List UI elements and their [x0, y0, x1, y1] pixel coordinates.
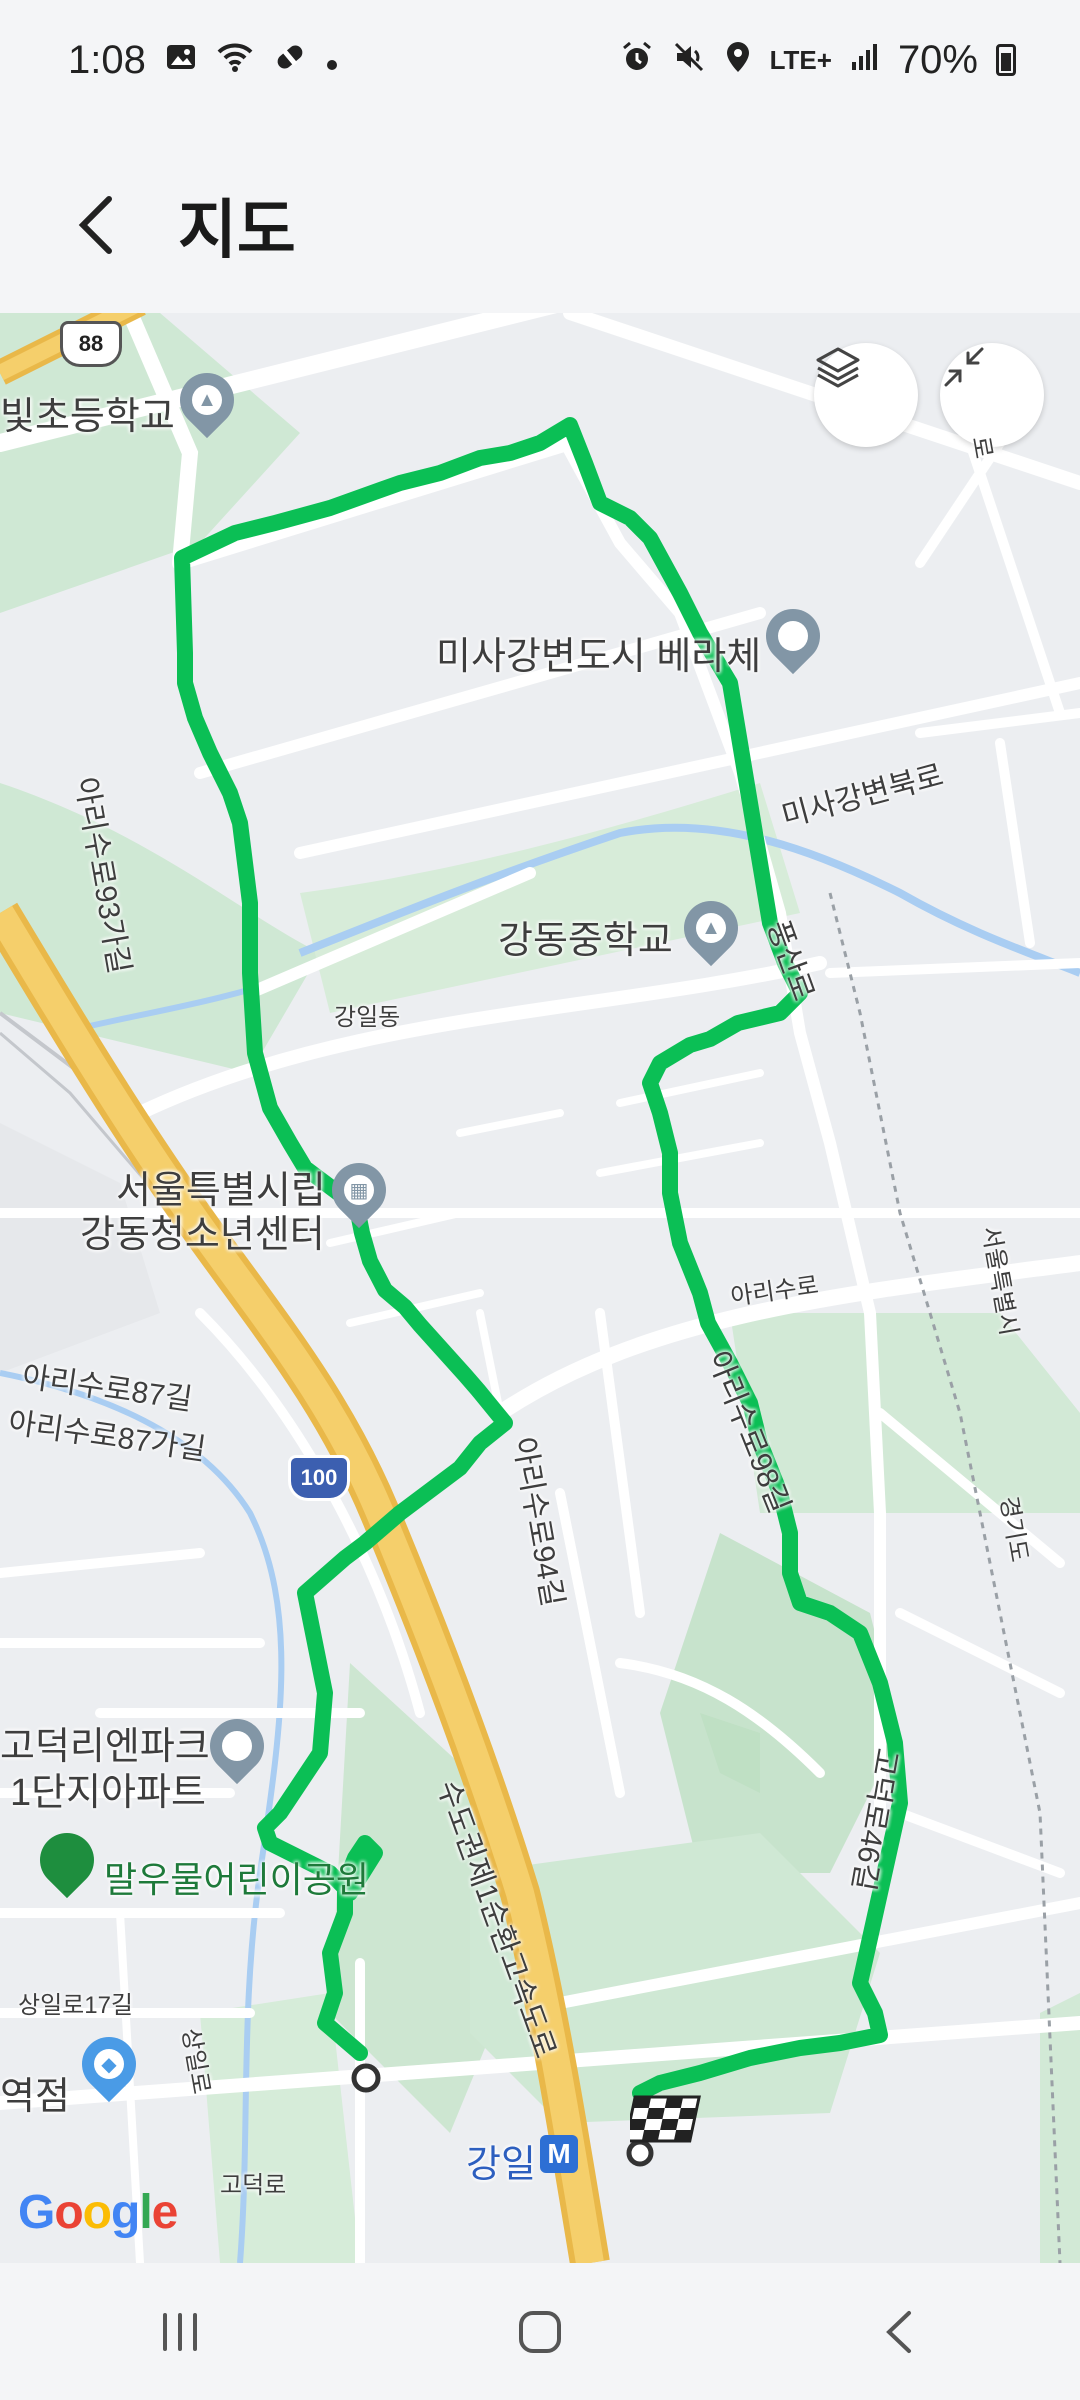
map-view[interactable]: 88 100 ▲ ▲ ▦ ◆ M 빛초등학교 미사강변도시 베라체 아리수로93… [0, 313, 1080, 2263]
google-logo: Google [18, 2185, 179, 2240]
label-gangil-dong: 강일동 [334, 1004, 401, 1031]
system-nav-bar [0, 2263, 1080, 2400]
route-100-shield: 100 [288, 1455, 350, 1501]
route-88-shield: 88 [60, 321, 122, 367]
google-letter-1: G [18, 2186, 55, 2239]
back-icon [886, 2310, 911, 2353]
google-letter-3: o [82, 2186, 112, 2239]
label-youth-center-line2: 강동청소년센터 [80, 1214, 325, 1256]
start-marker [354, 2066, 378, 2090]
route-100-number: 100 [300, 1465, 338, 1490]
mute-icon [672, 40, 706, 80]
label-station-edge: 역점 [0, 2076, 70, 2118]
app-header: 지도 [0, 160, 1080, 290]
map-layers-button[interactable] [814, 343, 918, 447]
collapse-icon [944, 347, 984, 387]
google-letter-4: g [111, 2186, 140, 2239]
layers-icon [816, 347, 860, 388]
battery-level: 70% [897, 37, 978, 82]
label-godeok-ro: 고덕로 [220, 2172, 287, 2199]
link-icon [272, 40, 308, 80]
label-godeok-park-line2: 1단지아파트 [10, 1772, 206, 1814]
label-gangdong-middle: 강동중학교 [498, 920, 673, 962]
back-button[interactable] [60, 190, 130, 260]
metro-symbol: M [547, 2138, 571, 2169]
page-title: 지도 [178, 194, 296, 266]
chevron-left-icon [78, 196, 112, 254]
label-beracher: 미사강변도시 베라체 [436, 636, 762, 678]
route-88-number: 88 [78, 331, 104, 356]
label-school-top: 빛초등학교 [0, 396, 175, 438]
battery-icon [996, 44, 1016, 76]
home-button[interactable] [480, 2282, 600, 2382]
home-icon [519, 2310, 561, 2353]
google-letter-2: o [54, 2186, 83, 2239]
dot-icon [326, 43, 338, 77]
location-icon [724, 40, 752, 80]
label-kids-park: 말우물어린이공원 [104, 1859, 369, 1900]
recent-apps-icon [163, 2312, 197, 2351]
metro-station-icon[interactable]: M [540, 2135, 578, 2173]
back-nav-button[interactable] [840, 2282, 960, 2382]
wifi-icon [216, 40, 254, 80]
status-time: 1:08 [68, 37, 146, 82]
recent-apps-button[interactable] [120, 2282, 240, 2382]
label-gangil: 강일 [466, 2144, 536, 2186]
finish-flag-icon [630, 2093, 706, 2149]
status-right: LTE+ 70% [620, 38, 1016, 83]
signal-icon [850, 42, 880, 78]
google-letter-5: l [139, 2186, 152, 2239]
image-icon [164, 40, 198, 80]
network-type: LTE+ [769, 44, 832, 75]
map-collapse-button[interactable] [940, 343, 1044, 447]
status-left: 1:08 [68, 38, 338, 83]
alarm-icon [620, 40, 654, 80]
google-letter-6: e [151, 2186, 179, 2239]
status-bar: 1:08 LTE+ 70% [0, 0, 1080, 120]
label-sangil-17: 상일로17길 [18, 1992, 134, 2019]
